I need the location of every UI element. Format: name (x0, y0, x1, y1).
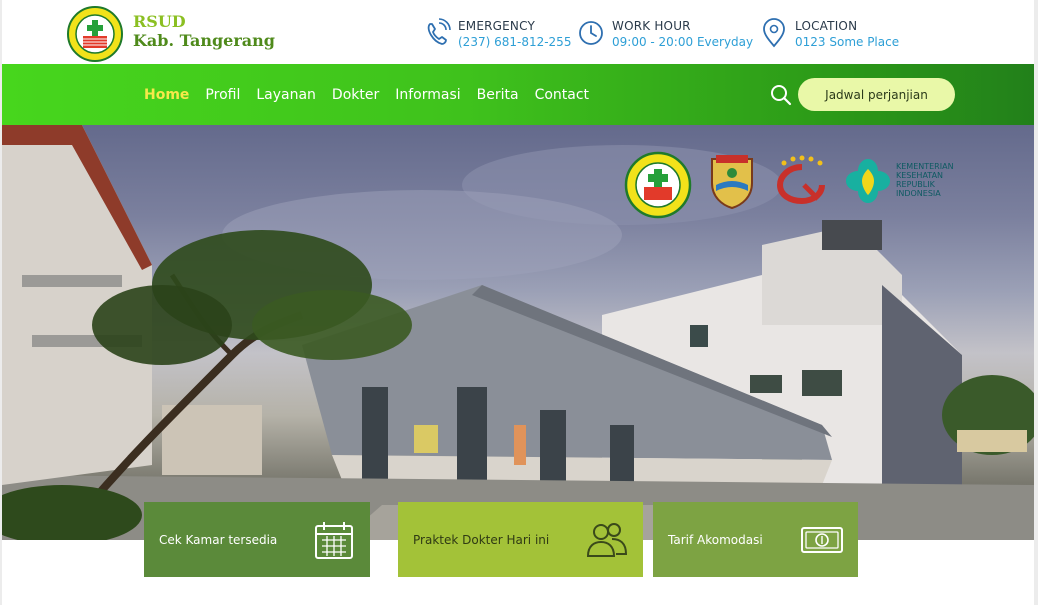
search-icon[interactable] (770, 84, 792, 106)
kemenkes-emblem-icon (846, 159, 890, 203)
kemenkes-text-4: INDONESIA (896, 189, 941, 198)
money-icon (801, 526, 843, 553)
check-room-card[interactable]: Cek Kamar tersedia (144, 502, 370, 577)
top-header: RSUD Kab. Tangerang EMERGENCY (237) 681-… (2, 0, 1034, 64)
nav-item-dokter[interactable]: Dokter (332, 86, 379, 104)
emergency-info: EMERGENCY (237) 681-812-255 (424, 18, 571, 50)
location-info: LOCATION 0123 Some Place (761, 18, 899, 50)
nav-item-berita[interactable]: Berita (477, 86, 519, 104)
kemenkes-text-3: REPUBLIK (896, 180, 935, 189)
rsud-seal-logo (624, 151, 692, 219)
calendar-icon (315, 521, 353, 559)
emergency-title: EMERGENCY (458, 19, 536, 33)
hero-banner: KEMENTERIAN KESEHATAN REPUBLIK INDONESIA (2, 125, 1034, 540)
doctor-today-card[interactable]: Praktek Dokter Hari ini (398, 502, 643, 577)
nav-item-profil[interactable]: Profil (205, 86, 240, 104)
hospital-logo[interactable] (66, 6, 124, 62)
emergency-phone[interactable]: (237) 681-812-255 (458, 34, 571, 50)
nav-item-informasi[interactable]: Informasi (395, 86, 460, 104)
location-value[interactable]: 0123 Some Place (795, 34, 899, 50)
clock-icon (579, 21, 603, 45)
accommodation-rate-label: Tarif Akomodasi (668, 532, 763, 547)
work-hour-title: WORK HOUR (612, 19, 691, 33)
accreditation-star-logo (776, 155, 825, 205)
map-pin-icon (763, 18, 785, 48)
nav-menu: Home Profil Layanan Dokter Informasi Ber… (144, 86, 605, 104)
brand-name: RSUD Kab. Tangerang (133, 12, 275, 50)
kemenkes-logo: KEMENTERIAN KESEHATAN REPUBLIK INDONESIA (844, 155, 954, 205)
people-icon (586, 522, 628, 557)
kemenkes-text-2: KESEHATAN (896, 171, 944, 180)
page: RSUD Kab. Tangerang EMERGENCY (237) 681-… (2, 0, 1034, 605)
work-hour-value: 09:00 - 20:00 Everyday (612, 35, 754, 49)
work-hour-info: WORK HOUR 09:00 - 20:00 Everyday (578, 18, 753, 50)
accommodation-rate-card[interactable]: Tarif Akomodasi (653, 502, 858, 577)
kemenkes-text-1: KEMENTERIAN (896, 162, 954, 171)
doctor-today-label: Praktek Dokter Hari ini (413, 532, 550, 547)
brand-line1: RSUD (133, 12, 186, 31)
appointment-button[interactable]: Jadwal perjanjian (798, 78, 955, 111)
brand-line2: Kab. Tangerang (133, 31, 275, 50)
nav-item-home[interactable]: Home (144, 86, 189, 104)
main-nav: Home Profil Layanan Dokter Informasi Ber… (2, 64, 1034, 125)
nav-item-contact[interactable]: Contact (535, 86, 589, 104)
phone-icon (427, 18, 451, 45)
check-room-label: Cek Kamar tersedia (159, 532, 278, 547)
location-title: LOCATION (795, 19, 858, 33)
nav-item-layanan[interactable]: Layanan (256, 86, 316, 104)
tangerang-crest-logo (711, 155, 753, 209)
